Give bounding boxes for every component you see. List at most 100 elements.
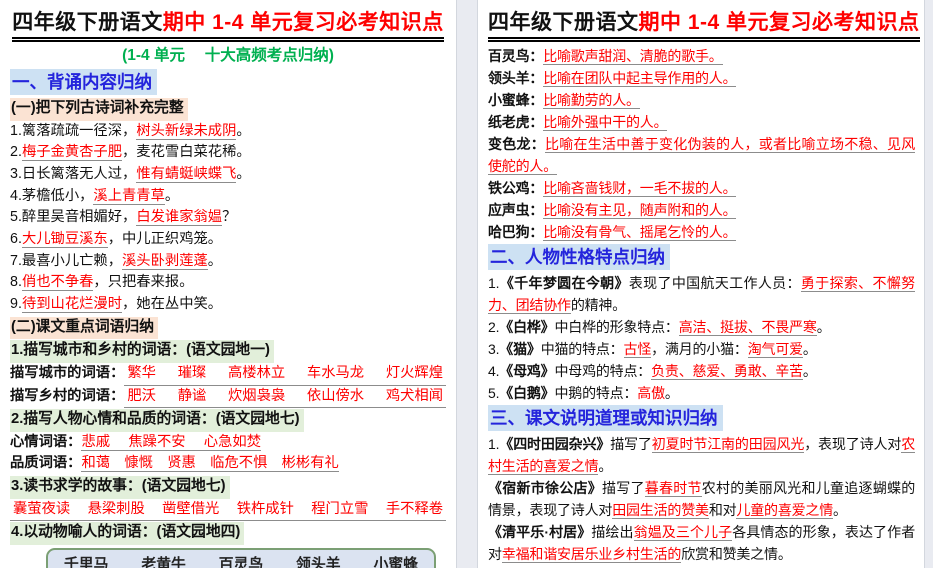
idiom-definition-row: 领头羊：比喻在团队中起主导作用的人。: [488, 67, 915, 89]
animal-words-row: 千里马 老黄牛 百灵鸟 领头羊 小蜜蜂: [64, 554, 418, 568]
page-title-text: 四年级下册语文期中 1-4 单元复习必考知识点: [488, 10, 920, 42]
text-segment: 暮春时节: [644, 480, 702, 497]
quality-words-label: 品质词语：: [10, 455, 82, 472]
text-segment: 4.: [488, 363, 500, 379]
idiom-definition-row: 百灵鸟：比喻歌声甜润、清脆的歌手。: [488, 45, 915, 67]
lesson-point: 《宿新市徐公店》描写了暮春时节农村的美丽风光和儿童追逐蝴蝶的情景，表现了诗人对田…: [488, 477, 915, 521]
title-red-part: 期中 1-4 单元复习必考知识点: [162, 11, 444, 34]
title-black-part: 四年级下册语文: [488, 11, 639, 34]
idiom-term: 纸老虎：: [488, 114, 544, 130]
text-segment: 1.: [488, 275, 500, 291]
text-segment: 欣赏和赞美之情。: [681, 546, 792, 562]
idiom-definition: 比喻没有骨气、摇尾乞怜的人。: [543, 224, 737, 241]
vocab2-heading: 2.描写人物心情和品质的词语：(语文园地七): [10, 409, 304, 432]
vocab-word: 鸡犬相闻: [385, 387, 443, 404]
document-page-right: 四年级下册语文期中 1-4 单元复习必考知识点 百灵鸟：比喻歌声甜润、清脆的歌手…: [477, 0, 925, 568]
vocab-heading-wrap: 4.以动物喻人的词语：(语文园地四): [10, 521, 446, 545]
text-segment: 的精神。: [570, 297, 627, 313]
text-segment: ？: [222, 209, 237, 226]
text-segment: 《白桦》: [499, 319, 555, 335]
text-segment: 《四时田园杂兴》: [499, 436, 611, 452]
vocab-heading-wrap: 2.描写人物心情和品质的词语：(语文园地七): [10, 408, 446, 432]
animal-word: 千里马: [64, 556, 109, 568]
text-segment: 《清平乐·村居》: [488, 524, 592, 540]
text-segment: ，中儿正织鸡笼。: [107, 231, 223, 248]
text-segment: 大儿锄豆溪东: [21, 231, 108, 249]
text-segment: 1.篱落疏疏一径深，: [10, 122, 137, 139]
animal-word: 小蜜蜂: [373, 556, 418, 568]
text-segment: ，表现了诗人对: [804, 436, 902, 452]
poem-line: 1.篱落疏疏一径深，树头新绿未成阴。: [10, 121, 446, 143]
text-segment: 描写了: [601, 480, 645, 496]
poem-line: 2.梅子金黄杏子肥，麦花雪白菜花稀。: [10, 142, 446, 164]
text-segment: 6.: [10, 231, 22, 248]
text-segment: 。: [802, 341, 817, 357]
city-words-label: 描写城市的词语：: [10, 364, 125, 381]
text-segment: 惟有蜻蜓峡蝶飞: [136, 165, 237, 183]
section1-heading: 一、背诵内容归纳: [10, 69, 157, 95]
text-segment: 儿童的喜爱之情: [736, 502, 834, 519]
vocab-word: 依山傍水: [306, 387, 365, 404]
text-segment: ，只把春来报。: [93, 274, 194, 291]
text-segment: 溪头卧剥莲蓬: [122, 252, 208, 270]
poem-line: 7.最喜小儿亡赖，溪头卧剥莲蓬。: [10, 251, 446, 273]
subsection-heading-wrap: (二)课文重点词语归纳: [10, 316, 446, 340]
idiom-definition-row: 哈巴狗：比喻没有骨气、摇尾乞怜的人。: [488, 221, 915, 243]
text-segment: 树头新绿未成阴: [136, 122, 237, 140]
animal-words-box: 千里马 老黄牛 百灵鸟 领头羊 小蜜蜂 纸老虎 变色龙 铁公鸡 应声虫 哈巴狗: [46, 547, 436, 568]
idiom-term: 领头羊：: [488, 70, 544, 86]
idiom-term: 应声虫：: [488, 202, 544, 218]
idiom-definition-row: 纸老虎：比喻外强中干的人。: [488, 111, 915, 133]
text-segment: ，麦花雪白菜花稀。: [122, 144, 251, 161]
quality-words-row: 品质词语：和蔼 慷慨 贤惠 临危不惧 彬彬有礼: [10, 453, 446, 475]
text-segment: 5.醉里吴音相媚好，: [10, 209, 137, 226]
text-segment: ，她在丛中笑。: [122, 296, 223, 313]
vocab-word: 炊烟袅袅: [228, 387, 286, 404]
character-point: 2.《白桦》中白桦的形象特点：高洁、挺拔、不畏严寒。: [488, 316, 915, 338]
text-segment: 5.: [488, 385, 500, 401]
text-segment: 3.日长篱落无人过，: [10, 165, 137, 182]
animal-word: 领头羊: [296, 556, 341, 568]
character-point: 3.《猫》中猫的特点：古怪，满月的小猫：淘气可爱。: [488, 338, 915, 360]
vocab-word: 悬梁刺股: [87, 500, 145, 517]
vocab-word: 囊萤夜读: [13, 500, 71, 517]
idiom-definition: 比喻在生活中善于变化伪装的人，或者比喻立场不稳、见风使舵的人。: [488, 136, 915, 175]
idiom-definition: 比喻歌声甜润、清脆的歌手。: [543, 48, 723, 65]
text-segment: 《母鸡》: [499, 363, 555, 379]
text-segment: 中猫的特点：: [540, 341, 624, 357]
page-title-text: 四年级下册语文期中 1-4 单元复习必考知识点: [12, 10, 444, 42]
poem-line: 8.俏也不争春，只把春来报。: [10, 272, 446, 294]
text-segment: 表现了中国航天工作人员：: [628, 275, 801, 291]
text-segment: 中白桦的形象特点：: [554, 319, 679, 335]
text-segment: 。: [802, 363, 817, 379]
text-segment: 幸福和谐安居乐业乡村生活的: [501, 546, 682, 563]
vocab-word: 铁杵成针: [236, 500, 294, 517]
text-segment: 田园生活的赞美: [612, 502, 709, 519]
character-point: 5.《白鹅》中鹅的特点：高傲。: [488, 382, 915, 404]
animal-word: 百灵鸟: [218, 556, 264, 568]
idiom-definition-row: 变色龙：比喻在生活中善于变化伪装的人，或者比喻立场不稳、见风使舵的人。: [488, 133, 915, 177]
page-title: 四年级下册语文期中 1-4 单元复习必考知识点: [488, 10, 920, 42]
village-words-label: 描写乡村的词语：: [10, 387, 125, 404]
vocab1-heading: 1.描写城市和乡村的词语：(语文园地一): [10, 340, 274, 363]
idiom-definition-row: 应声虫：比喻没有主见，随声附和的人。: [488, 199, 915, 221]
text-segment: 负责、慈爱、勇敢、辛苦: [651, 363, 803, 380]
text-segment: 2.: [488, 319, 500, 335]
poem-line: 6.大儿锄豆溪东，中儿正织鸡笼。: [10, 229, 446, 251]
city-words-row: 描写城市的词语： 繁华 璀璨 高楼林立 车水马龙 灯火辉煌: [10, 363, 446, 386]
section2-heading: 二、人物性格特点归纳: [488, 244, 670, 270]
story-words-group: 囊萤夜读 悬梁刺股 凿壁借光 铁杵成针 程门立雪 手不释卷: [10, 499, 446, 522]
text-segment: 。: [207, 252, 223, 269]
text-segment: 和对: [708, 502, 737, 518]
section3-heading: 三、课文说明道理或知识归纳: [488, 405, 723, 431]
text-segment: 俏也不争春: [21, 274, 94, 292]
text-segment: 中鹅的特点：: [554, 385, 638, 401]
animal-word: 老黄牛: [141, 556, 186, 568]
mood-words: 悲戚 焦躁不安 心急如焚: [81, 433, 261, 451]
vocab-word: 高楼林立: [228, 364, 286, 381]
page-title: 四年级下册语文期中 1-4 单元复习必考知识点: [10, 10, 446, 42]
text-segment: 《宿新市徐公店》: [488, 480, 602, 496]
story-words-row: 囊萤夜读 悬梁刺股 凿壁借光 铁杵成针 程门立雪 手不释卷: [10, 499, 446, 522]
idiom-term: 变色龙：: [488, 136, 545, 152]
city-words-group: 繁华 璀璨 高楼林立 车水马龙 灯火辉煌: [124, 363, 446, 386]
